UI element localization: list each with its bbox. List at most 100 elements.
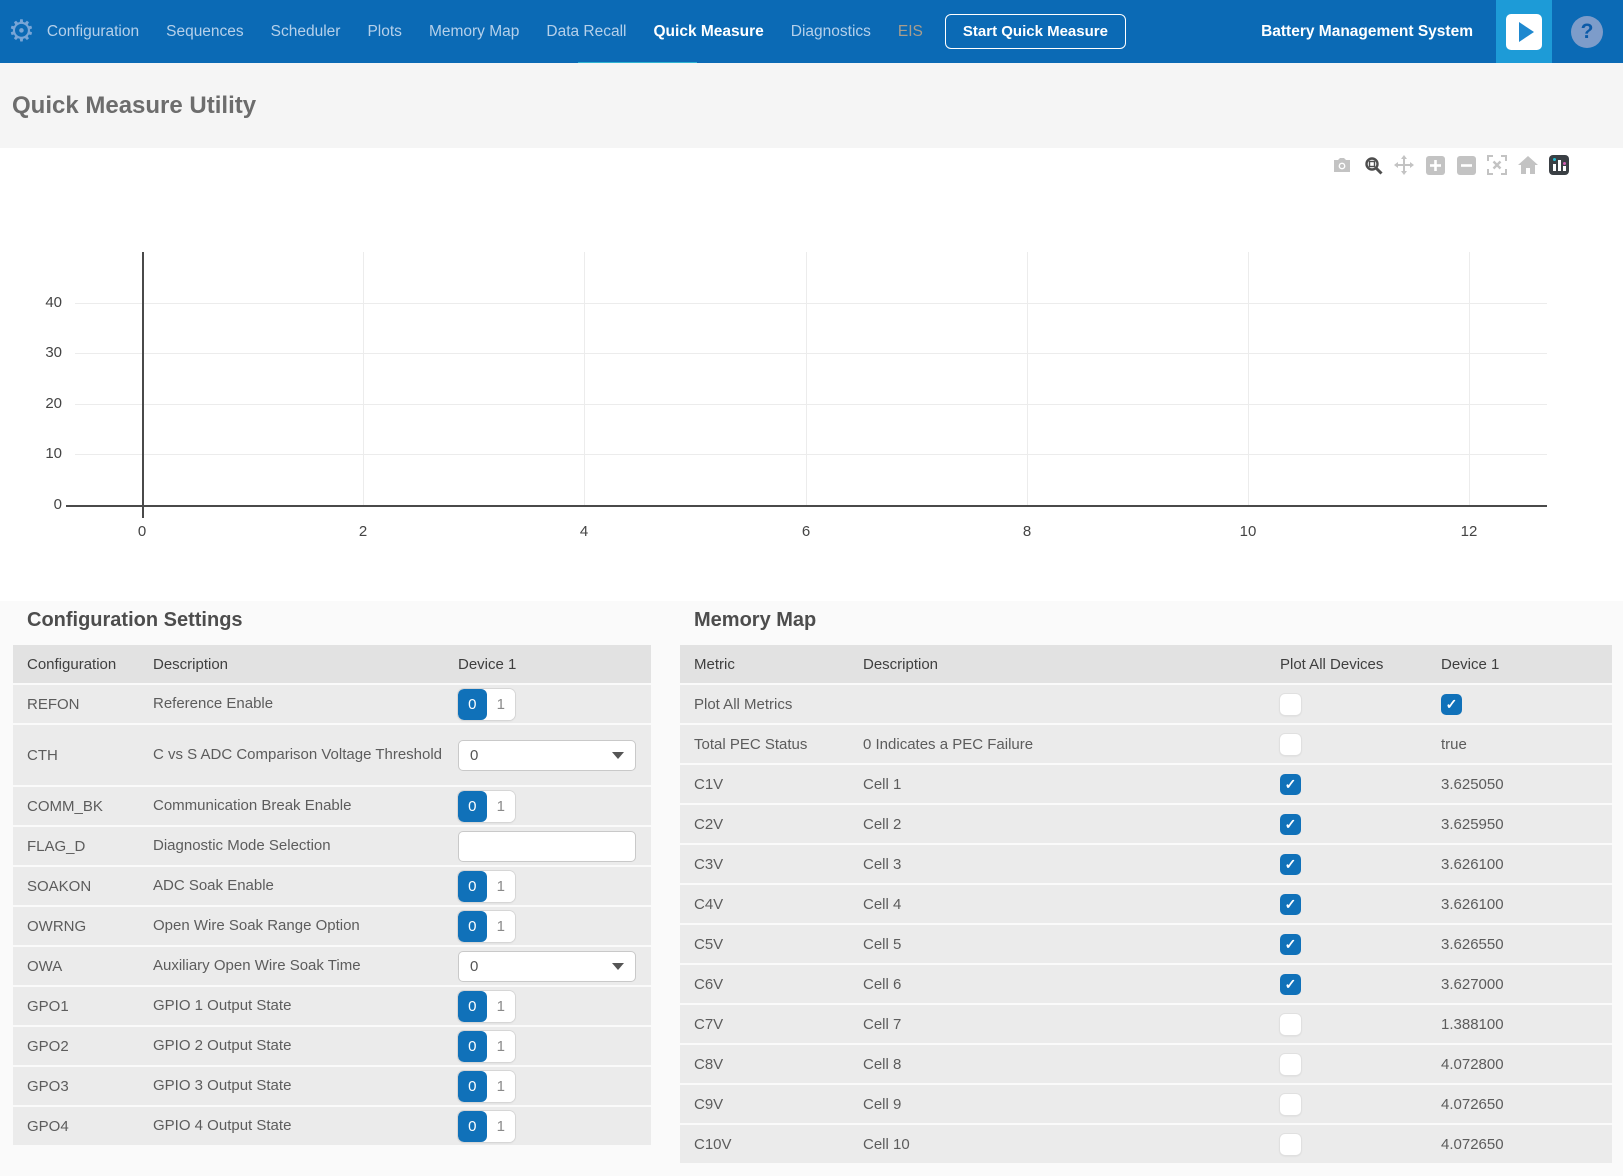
gpo3-toggle[interactable]: 01 xyxy=(458,1071,515,1102)
nav-item-quick-measure[interactable]: Quick Measure xyxy=(654,23,764,41)
config-name: GPO4 xyxy=(27,1118,153,1135)
plot-all-checkbox[interactable] xyxy=(1280,1094,1301,1115)
toggle-unselected[interactable]: 1 xyxy=(487,1031,516,1062)
flag-d-input[interactable] xyxy=(458,831,636,862)
help-icon[interactable]: ? xyxy=(1571,16,1603,48)
zoom-icon[interactable] xyxy=(1363,155,1383,175)
table-row-gpo1: GPO1 GPIO 1 Output State 01 xyxy=(13,987,651,1025)
toggle-selected[interactable]: 0 xyxy=(458,1031,487,1062)
cth-dropdown[interactable]: 0 xyxy=(458,740,636,771)
owa-dropdown[interactable]: 0 xyxy=(458,951,636,982)
x-tick-8: 8 xyxy=(997,522,1057,542)
gpo4-toggle[interactable]: 01 xyxy=(458,1111,515,1142)
config-name: OWRNG xyxy=(27,918,153,935)
toggle-unselected[interactable]: 1 xyxy=(487,871,516,902)
nav-item-data-recall[interactable]: Data Recall xyxy=(546,23,626,41)
metric-name: C2V xyxy=(694,816,863,833)
col-description: Description xyxy=(863,656,1280,673)
y-tick-40: 40 xyxy=(12,293,62,313)
camera-icon[interactable] xyxy=(1332,155,1352,175)
config-description: Diagnostic Mode Selection xyxy=(153,835,458,857)
toggle-selected[interactable]: 0 xyxy=(458,911,487,942)
page-title: Quick Measure Utility xyxy=(12,92,256,120)
comm-bk-toggle[interactable]: 01 xyxy=(458,791,515,822)
table-row-owa: OWA Auxiliary Open Wire Soak Time 0 xyxy=(13,947,651,985)
table-row-flag-d: FLAG_D Diagnostic Mode Selection xyxy=(13,827,651,865)
toggle-selected[interactable]: 0 xyxy=(458,689,487,720)
x-tick-6: 6 xyxy=(776,522,836,542)
metric-name: C6V xyxy=(694,976,863,993)
plot-all-checkbox[interactable] xyxy=(1280,814,1301,835)
toggle-unselected[interactable]: 1 xyxy=(487,689,516,720)
zoom-out-icon[interactable] xyxy=(1456,155,1476,175)
run-button[interactable] xyxy=(1496,0,1552,63)
plot-all-checkbox[interactable] xyxy=(1280,974,1301,995)
table-row-c2v: C2V Cell 2 3.625950 xyxy=(680,805,1612,843)
gear-icon[interactable]: ⚙ xyxy=(8,17,35,47)
owrng-toggle[interactable]: 01 xyxy=(458,911,515,942)
quick-measure-app: ⚙ Configuration Sequences Scheduler Plot… xyxy=(0,0,1623,1176)
metric-description: Cell 5 xyxy=(863,936,1280,953)
metric-name: C5V xyxy=(694,936,863,953)
table-row-refon: REFON Reference Enable 01 xyxy=(13,685,651,723)
zoom-in-icon[interactable] xyxy=(1425,155,1445,175)
metric-name: Plot All Metrics xyxy=(694,696,863,713)
device1-checkbox[interactable] xyxy=(1441,694,1462,715)
gpo1-toggle[interactable]: 01 xyxy=(458,991,515,1022)
nav-item-scheduler[interactable]: Scheduler xyxy=(271,23,341,41)
toggle-unselected[interactable]: 1 xyxy=(487,791,516,822)
start-quick-measure-button[interactable]: Start Quick Measure xyxy=(945,14,1126,49)
toggle-unselected[interactable]: 1 xyxy=(487,1071,516,1102)
y-tick-30: 30 xyxy=(12,343,62,363)
plot-all-checkbox[interactable] xyxy=(1280,854,1301,875)
nav-items: Configuration Sequences Scheduler Plots … xyxy=(47,23,923,41)
toggle-selected[interactable]: 0 xyxy=(458,1071,487,1102)
plot-all-checkbox[interactable] xyxy=(1280,934,1301,955)
plot-all-checkbox[interactable] xyxy=(1280,694,1301,715)
nav-item-plots[interactable]: Plots xyxy=(367,23,401,41)
table-row-gpo2: GPO2 GPIO 2 Output State 01 xyxy=(13,1027,651,1065)
nav-item-configuration[interactable]: Configuration xyxy=(47,23,139,41)
toggle-unselected[interactable]: 1 xyxy=(487,911,516,942)
nav-item-memory-map[interactable]: Memory Map xyxy=(429,23,519,41)
metric-name: C4V xyxy=(694,896,863,913)
toggle-selected[interactable]: 0 xyxy=(458,991,487,1022)
gpo2-toggle[interactable]: 01 xyxy=(458,1031,515,1062)
plot-all-checkbox[interactable] xyxy=(1280,1054,1301,1075)
nav-item-sequences[interactable]: Sequences xyxy=(166,23,244,41)
config-description: ADC Soak Enable xyxy=(153,875,458,897)
toggle-unselected[interactable]: 1 xyxy=(487,1111,516,1142)
reset-home-icon[interactable] xyxy=(1518,155,1538,175)
toggle-selected[interactable]: 0 xyxy=(458,791,487,822)
device1-value: true xyxy=(1441,736,1612,753)
soakon-toggle[interactable]: 01 xyxy=(458,871,515,902)
table-row-c1v: C1V Cell 1 3.625050 xyxy=(680,765,1612,803)
y-tick-20: 20 xyxy=(12,394,62,414)
device1-value: 4.072650 xyxy=(1441,1096,1612,1113)
plot-all-checkbox[interactable] xyxy=(1280,1014,1301,1035)
plot-all-checkbox[interactable] xyxy=(1280,1134,1301,1155)
plot-all-checkbox[interactable] xyxy=(1280,734,1301,755)
gridline-y20 xyxy=(75,404,1547,405)
table-row-owrng: OWRNG Open Wire Soak Range Option 01 xyxy=(13,907,651,945)
play-icon xyxy=(1506,14,1542,50)
plot-all-checkbox[interactable] xyxy=(1280,894,1301,915)
gridline-x12 xyxy=(1469,252,1470,505)
chevron-down-icon xyxy=(612,963,624,970)
config-description: Communication Break Enable xyxy=(153,795,458,817)
pan-icon[interactable] xyxy=(1394,155,1414,175)
device1-value: 3.626100 xyxy=(1441,896,1612,913)
y-axis-line xyxy=(142,252,144,518)
toggle-unselected[interactable]: 1 xyxy=(487,991,516,1022)
table-row-c10v: C10V Cell 10 4.072650 xyxy=(680,1125,1612,1163)
memory-map-table: Metric Description Plot All Devices Devi… xyxy=(680,645,1612,1165)
toggle-selected[interactable]: 0 xyxy=(458,871,487,902)
refon-toggle[interactable]: 01 xyxy=(458,689,515,720)
toggle-selected[interactable]: 0 xyxy=(458,1111,487,1142)
device1-value: 3.625950 xyxy=(1441,816,1612,833)
title-bar: Quick Measure Utility xyxy=(0,63,1623,148)
nav-item-diagnostics[interactable]: Diagnostics xyxy=(791,23,871,41)
plotly-logo-icon[interactable] xyxy=(1549,155,1569,175)
autoscale-icon[interactable] xyxy=(1487,155,1507,175)
plot-all-checkbox[interactable] xyxy=(1280,774,1301,795)
